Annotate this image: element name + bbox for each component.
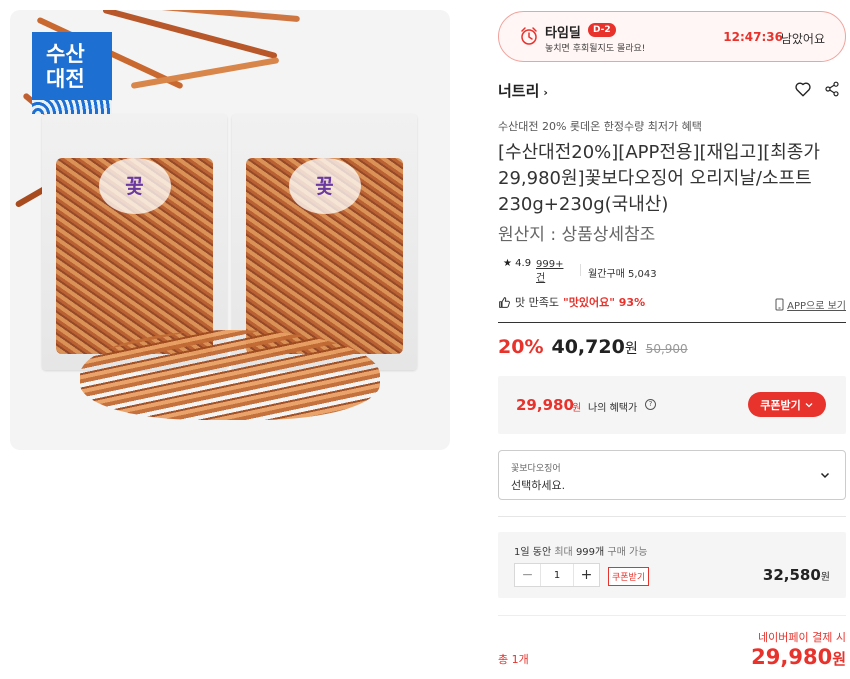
chevron-right-icon: ›	[543, 86, 548, 99]
total-count: 총 1개	[498, 653, 529, 666]
divider	[580, 264, 581, 276]
rating: ★ 4.9	[503, 258, 531, 269]
product-title: [수산대전20%][APP전용][재입고][최종가29,980원]꽃보다오징어 …	[498, 142, 820, 215]
brand-name: 너트리	[498, 82, 540, 100]
coupon-button-label: 쿠폰받기	[760, 399, 801, 412]
sale-price-value: 40,720	[551, 336, 625, 358]
option-label: 꽃보다오징어	[511, 464, 561, 474]
original-price: 50,900	[645, 342, 688, 356]
timedeal-title: 타임딜	[545, 26, 581, 41]
price-row: 20% 40,720원 50,900	[498, 336, 688, 358]
heart-icon[interactable]	[794, 80, 812, 98]
event-badge: 수산 대전	[32, 32, 112, 114]
promo-text: 수산대전 20% 롯데온 한정수량 최저가 혜택	[498, 120, 702, 133]
currency-unit: 원	[624, 341, 638, 357]
phone-icon	[775, 298, 784, 311]
limit-count: 999개	[575, 547, 605, 558]
thumbs-up-icon	[499, 296, 510, 308]
total-price-value: 29,980	[751, 645, 833, 669]
monthly-purchase: 월간구매 5,043	[588, 269, 657, 280]
benefit-price: 29,980	[516, 396, 574, 414]
review-count-link[interactable]: 999+ 건	[536, 258, 568, 286]
app-view-link[interactable]: APP으로 보기	[775, 297, 846, 312]
bag-logo: 꽃	[288, 158, 361, 214]
divider	[498, 322, 846, 323]
limit-text: 구매 가능	[607, 547, 648, 558]
taste-label: 맛 만족도	[515, 296, 559, 309]
star-icon: ★	[503, 258, 512, 269]
benefit-label: 나의 혜택가	[588, 403, 638, 414]
rating-score: 4.9	[515, 258, 532, 269]
quantity-minus-button[interactable]: −	[515, 564, 540, 586]
wave-graphic	[32, 100, 112, 114]
currency-unit: 원	[820, 572, 830, 583]
sale-price: 40,720원	[551, 336, 637, 358]
chevron-down-icon	[820, 472, 830, 479]
item-price-value: 32,580	[762, 566, 821, 584]
currency-unit: 원	[572, 403, 582, 414]
origin-text: 원산지 : 상품상세참조	[498, 225, 656, 245]
app-view-label: APP으로 보기	[787, 301, 846, 312]
info-icon[interactable]: ?	[645, 399, 656, 410]
clock-icon	[521, 27, 537, 45]
event-badge-line: 대전	[46, 67, 85, 91]
discount-rate: 20%	[498, 336, 544, 358]
coupon-button[interactable]: 쿠폰받기	[748, 392, 826, 417]
timedeal-banner: 타임딜 D-2 놓치면 후회될지도 몰라요! 12:47:36 남았어요	[498, 11, 846, 62]
coupon-tag[interactable]: 쿠폰받기	[608, 567, 650, 586]
share-icon[interactable]	[824, 81, 840, 97]
quantity-plus-button[interactable]: +	[574, 564, 599, 586]
benefit-box: 29,980 원 나의 혜택가 ? 쿠폰받기	[498, 376, 846, 434]
option-select[interactable]: 꽃보다오징어 선택하세요.	[498, 450, 846, 500]
squid-pile	[80, 330, 380, 420]
event-badge-line: 수산	[46, 42, 85, 66]
option-value: 선택하세요.	[511, 479, 566, 492]
divider	[498, 516, 846, 517]
countdown-label: 남았어요	[780, 32, 825, 46]
quantity-input[interactable]: 1	[540, 564, 574, 586]
quantity-box: 1일 동안 최대 999개 구매 가능 − 1 + 쿠폰받기 32,580원	[498, 532, 846, 598]
purchase-limit: 1일 동안 최대 999개 구매 가능	[514, 543, 647, 558]
npay-note: 네이버페이 결제 시	[758, 631, 846, 644]
limit-text: 1일 동안	[514, 547, 552, 558]
brand-link[interactable]: 너트리 ›	[498, 80, 548, 101]
currency-unit: 원	[832, 650, 846, 668]
countdown-timer: 12:47:36	[723, 30, 783, 44]
quantity-stepper: − 1 +	[514, 563, 600, 587]
timedeal-subtitle: 놓치면 후회될지도 몰라요!	[545, 44, 646, 54]
item-price: 32,580원	[763, 566, 830, 584]
bag-logo: 꽃	[98, 158, 171, 214]
product-image[interactable]: 꽃 꽃 수산 대전	[10, 10, 450, 450]
divider	[498, 615, 846, 616]
taste-highlight: "맛있어요" 93%	[562, 296, 646, 309]
total-price: 29,980원	[751, 645, 846, 669]
chevron-down-icon	[805, 402, 813, 407]
image-decoration	[160, 10, 300, 23]
taste-satisfaction: 맛 만족도 "맛있어요" 93%	[498, 294, 645, 310]
limit-text: 최대	[554, 547, 573, 558]
dday-badge: D-2	[588, 23, 616, 37]
